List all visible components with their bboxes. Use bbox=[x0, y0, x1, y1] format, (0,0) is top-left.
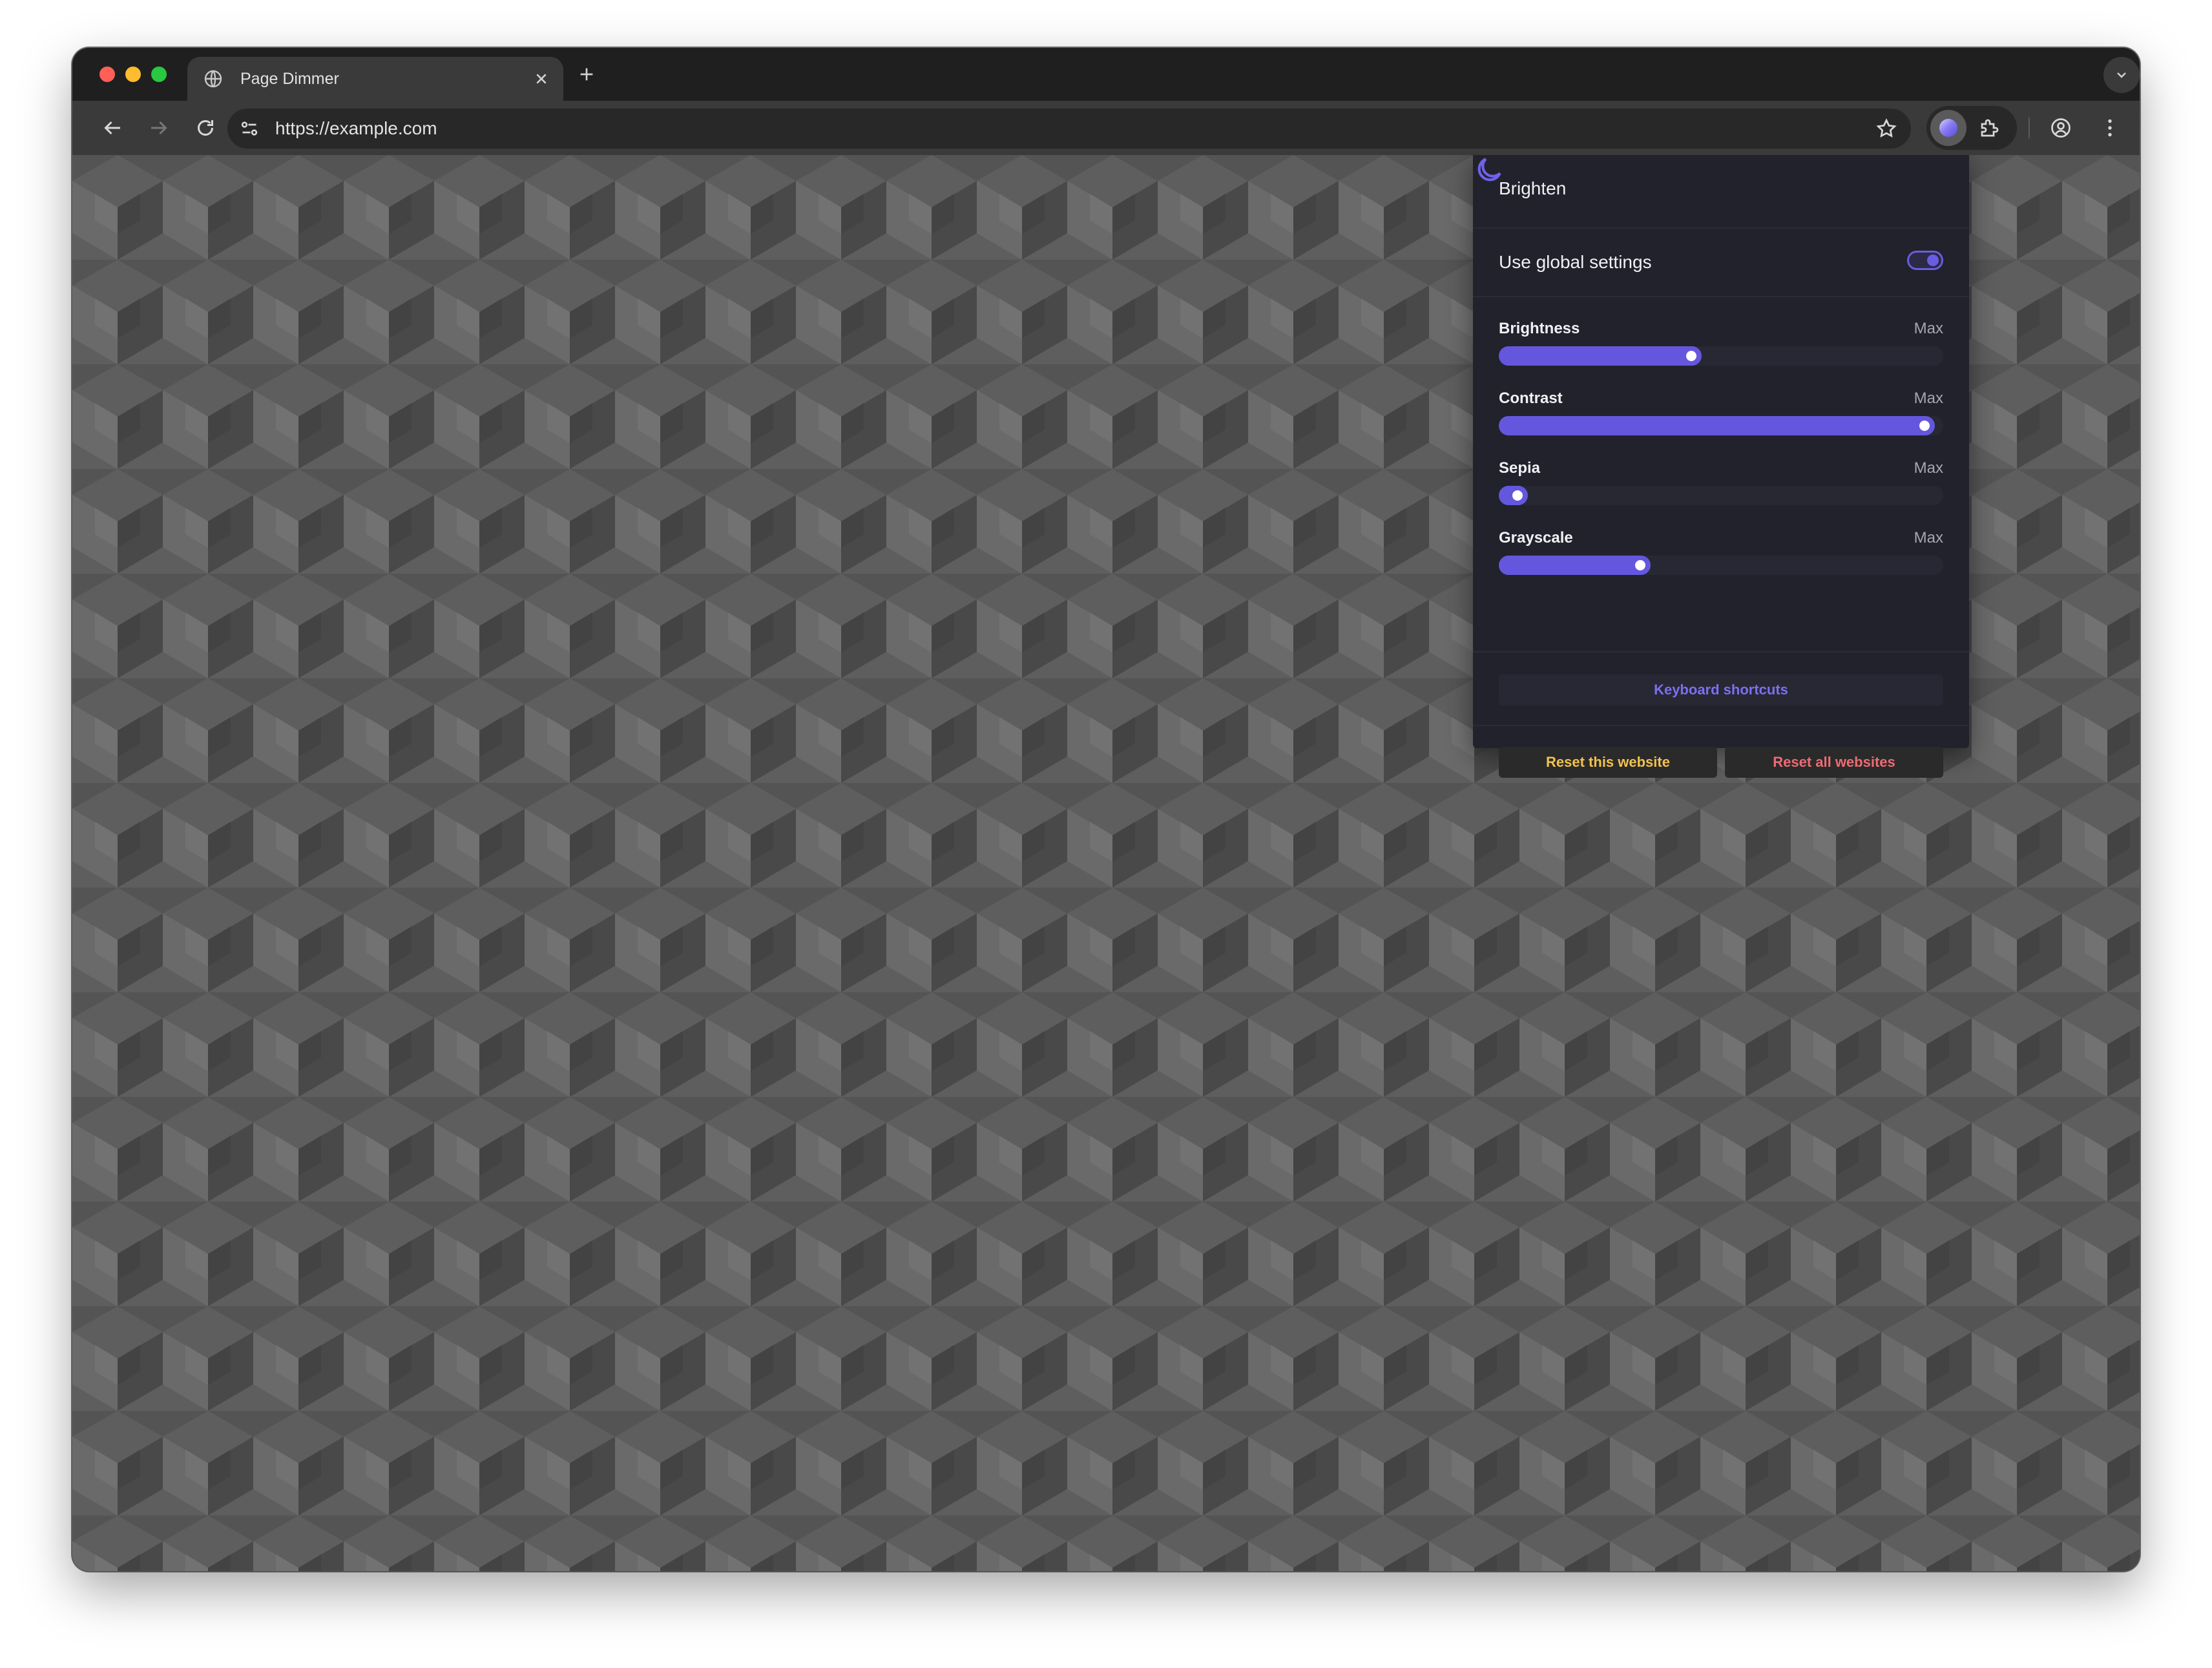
reset-this-website-button[interactable]: Reset this website bbox=[1499, 747, 1717, 778]
globe-icon bbox=[204, 70, 222, 88]
browser-window: Page Dimmer https://example.com Brighten… bbox=[72, 48, 2140, 1571]
global-settings-row: Use global settings bbox=[1473, 229, 1969, 297]
slider-max-label: Max bbox=[1914, 459, 1943, 477]
global-settings-label: Use global settings bbox=[1499, 252, 1652, 272]
popup-divider bbox=[1473, 725, 1969, 726]
toolbar: https://example.com bbox=[72, 101, 2140, 155]
contrast-slider-fill bbox=[1499, 416, 1935, 435]
moon-icon[interactable] bbox=[1473, 155, 1505, 186]
grayscale-slider-track[interactable] bbox=[1499, 556, 1943, 575]
maximize-window-button[interactable] bbox=[151, 67, 167, 82]
back-arrow-icon[interactable] bbox=[101, 116, 124, 140]
reset-all-websites-button[interactable]: Reset all websites bbox=[1725, 747, 1943, 778]
close-window-button[interactable] bbox=[99, 67, 115, 82]
chevron-down-icon bbox=[2117, 72, 2126, 78]
slider-brightness: Brightness Max bbox=[1499, 319, 1943, 377]
slider-grayscale: Grayscale Max bbox=[1499, 528, 1943, 587]
tab-search-button[interactable] bbox=[2103, 57, 2140, 93]
slider-label: Sepia bbox=[1499, 459, 1541, 477]
slider-label: Grayscale bbox=[1499, 529, 1573, 547]
reload-icon[interactable] bbox=[194, 116, 217, 140]
sepia-slider-track[interactable] bbox=[1499, 486, 1943, 505]
page-dimmer-extension-icon bbox=[1939, 119, 1957, 137]
toolbar-separator bbox=[2029, 118, 2030, 138]
tab-title: Page Dimmer bbox=[240, 70, 339, 88]
tab-page-dimmer[interactable]: Page Dimmer bbox=[187, 57, 563, 101]
keyboard-shortcuts-button[interactable]: Keyboard shortcuts bbox=[1499, 674, 1943, 705]
extensions-puzzle-icon[interactable] bbox=[1978, 116, 2001, 140]
brightness-slider-track[interactable] bbox=[1499, 346, 1943, 366]
popup-header: Brighten bbox=[1473, 155, 1969, 229]
popup-divider bbox=[1473, 651, 1969, 652]
toggle-knob bbox=[1927, 255, 1939, 266]
slider-max-label: Max bbox=[1914, 529, 1943, 547]
url-text[interactable]: https://example.com bbox=[275, 118, 437, 140]
slider-label: Brightness bbox=[1499, 320, 1580, 337]
contrast-slider-track[interactable] bbox=[1499, 416, 1943, 435]
profile-icon[interactable] bbox=[2049, 116, 2072, 140]
web-page-content: Brighten Use global settings Brightness … bbox=[72, 155, 2140, 1571]
brightness-slider-fill bbox=[1499, 346, 1702, 366]
new-tab-icon[interactable] bbox=[576, 64, 597, 85]
grayscale-slider-fill bbox=[1499, 556, 1651, 575]
extensions-area bbox=[1926, 106, 2017, 150]
slider-sepia: Sepia Max bbox=[1499, 459, 1943, 517]
contrast-slider-thumb[interactable] bbox=[1919, 421, 1930, 431]
slider-label: Contrast bbox=[1499, 390, 1563, 407]
forward-arrow-icon[interactable] bbox=[147, 116, 171, 140]
global-settings-toggle[interactable] bbox=[1907, 251, 1943, 270]
minimize-window-button[interactable] bbox=[125, 67, 141, 82]
site-settings-icon[interactable] bbox=[238, 117, 261, 140]
close-tab-icon[interactable] bbox=[531, 68, 552, 89]
slider-contrast: Contrast Max bbox=[1499, 389, 1943, 447]
tab-strip: Page Dimmer bbox=[72, 48, 2140, 101]
address-bar[interactable]: https://example.com bbox=[227, 109, 1911, 149]
brightness-slider-thumb[interactable] bbox=[1686, 351, 1697, 361]
popup-title: Brighten bbox=[1499, 178, 1567, 198]
bookmark-star-icon[interactable] bbox=[1875, 117, 1898, 140]
more-menu-icon[interactable] bbox=[2098, 116, 2122, 140]
slider-max-label: Max bbox=[1914, 390, 1943, 407]
page-dimmer-popup: Brighten Use global settings Brightness … bbox=[1473, 155, 1969, 778]
slider-max-label: Max bbox=[1914, 320, 1943, 337]
page-dimmer-extension-button[interactable] bbox=[1930, 110, 1967, 146]
sepia-slider-thumb[interactable] bbox=[1512, 490, 1523, 501]
